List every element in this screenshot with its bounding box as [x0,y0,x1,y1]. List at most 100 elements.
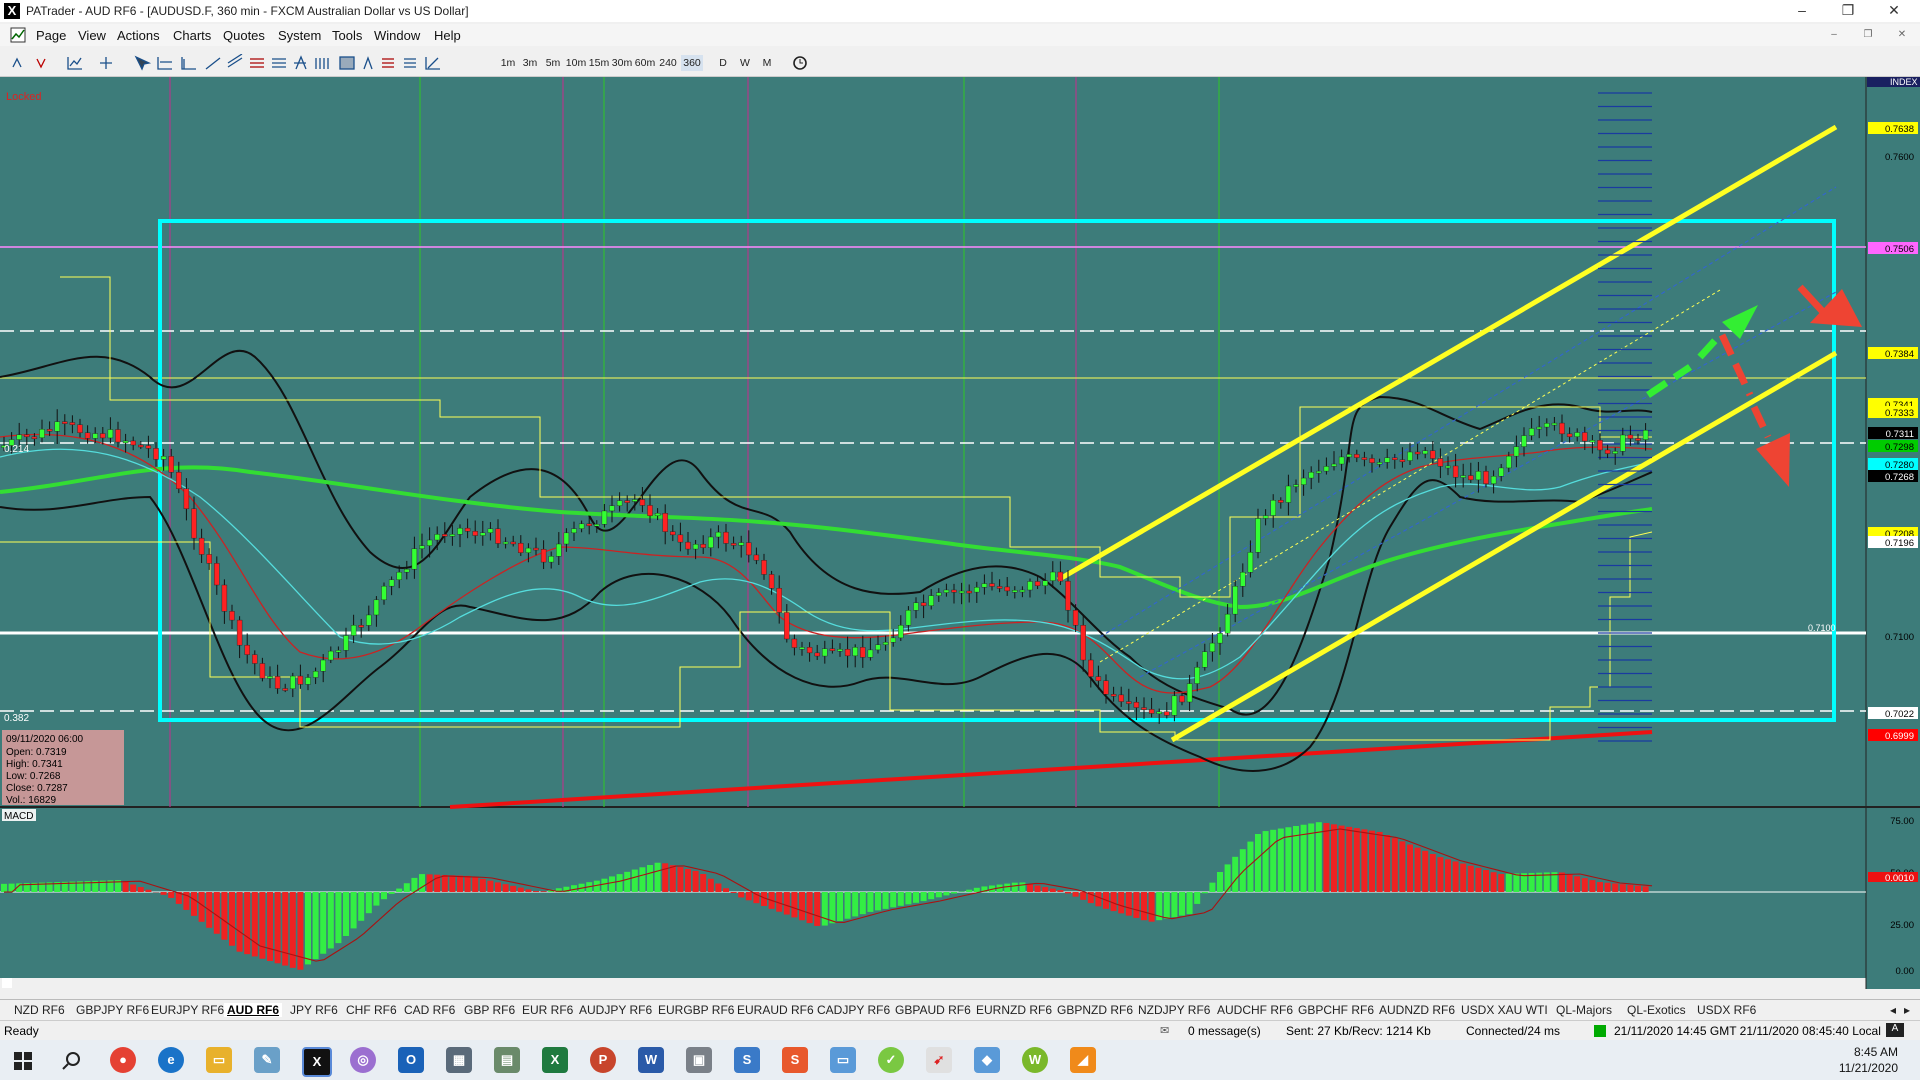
calculator-icon[interactable]: ▦ [446,1047,472,1073]
tab-chf-rf6[interactable]: CHF RF6 [346,1003,397,1017]
macd-bar [1604,882,1611,892]
menu-tools[interactable]: Tools [332,28,362,43]
minimize-button[interactable]: – [1780,0,1824,22]
menu-page[interactable]: Page [36,28,66,43]
taskbar-clock[interactable]: 8:45 AM 11/21/2020 [1839,1044,1898,1076]
tab-audnzd-rf6[interactable]: AUDNZD RF6 [1379,1003,1455,1017]
tf-360[interactable]: 360 [681,55,703,71]
remote-desktop-icon[interactable]: ▭ [830,1047,856,1073]
macd-bar [814,892,821,926]
macd-bar [882,892,889,909]
mdi-close-button[interactable]: ✕ [1890,28,1914,42]
tab-eurjpy-rf6[interactable]: EURJPY RF6 [151,1003,224,1017]
tf-30m[interactable]: 30m [611,55,633,71]
word-icon[interactable]: W [638,1047,664,1073]
powerpoint-icon[interactable]: P [590,1047,616,1073]
storage-app-icon[interactable]: ▣ [686,1047,712,1073]
macd-bar [517,887,524,892]
menu-window[interactable]: Window [374,28,420,43]
macd-bar [236,892,243,952]
main-pane-background [0,77,1866,807]
windows-start-icon[interactable] [14,1052,32,1070]
macd-bar [1399,841,1406,892]
tab-ql-exotics[interactable]: QL-Exotics [1627,1003,1686,1017]
tf-5m[interactable]: 5m [544,55,562,71]
notepad-icon[interactable]: ✎ [254,1047,280,1073]
tab-scroll-left[interactable]: ◂ [1890,1003,1896,1017]
macd-axis-label: 25.00 [1890,920,1914,931]
tab-jpy-rf6[interactable]: JPY RF6 [290,1003,338,1017]
menu-charts[interactable]: Charts [173,28,211,43]
tab-gbpaud-rf6[interactable]: GBPAUD RF6 [895,1003,971,1017]
w-app-icon[interactable]: W [1022,1047,1048,1073]
patrader-icon[interactable]: X [302,1047,332,1077]
excel-icon[interactable]: X [542,1047,568,1073]
tf-240[interactable]: 240 [657,55,679,71]
tf-w[interactable]: W [738,55,752,71]
tab-gbpnzd-rf6[interactable]: GBPNZD RF6 [1057,1003,1133,1017]
tab-audchf-rf6[interactable]: AUDCHF RF6 [1217,1003,1293,1017]
tab-usdx-rf6[interactable]: USDX RF6 [1697,1003,1756,1017]
tf-m[interactable]: M [760,55,774,71]
edge-icon[interactable]: e [158,1047,184,1073]
green-app-icon[interactable]: ✓ [878,1047,904,1073]
menu-quotes[interactable]: Quotes [223,28,265,43]
menu-actions[interactable]: Actions [117,28,160,43]
outlook-icon[interactable]: O [398,1047,424,1073]
tab-ql-majors[interactable]: QL-Majors [1556,1003,1612,1017]
search-icon[interactable] [62,1051,82,1071]
macd-bar [685,869,691,892]
tab-aud-rf6[interactable]: AUD RF6 [224,1003,283,1017]
macd-bar [943,892,950,896]
tab-cad-rf6[interactable]: CAD RF6 [404,1003,455,1017]
price-chart[interactable]: 09/11/2020 06:00 Open: 0.7319 High: 0.73… [0,77,1920,989]
menu-help[interactable]: Help [434,28,461,43]
tf-15m[interactable]: 15m [588,55,610,71]
macd-bar [365,892,372,914]
clock-icon[interactable] [792,55,808,71]
drawing-tools-icons[interactable] [10,54,490,72]
tab-gbpjpy-rf6[interactable]: GBPJPY RF6 [76,1003,149,1017]
tab-nzdjpy-rf6[interactable]: NZDJPY RF6 [1138,1003,1210,1017]
macd-bar [662,863,669,892]
tab-usdx-xau-wti[interactable]: USDX XAU WTI [1461,1003,1548,1017]
s-app-orange-icon[interactable]: S [782,1047,808,1073]
tf-10m[interactable]: 10m [565,55,587,71]
tab-audjpy-rf6[interactable]: AUDJPY RF6 [579,1003,652,1017]
media-app-icon[interactable]: ◎ [350,1047,376,1073]
tab-euraud-rf6[interactable]: EURAUD RF6 [737,1003,814,1017]
fib-0382-label: 0.382 [4,713,29,724]
network-app-icon[interactable]: ◆ [974,1047,1000,1073]
maximize-button[interactable]: ❐ [1826,0,1870,22]
tab-gbpchf-rf6[interactable]: GBPCHF RF6 [1298,1003,1374,1017]
red-app-icon[interactable]: ➹ [926,1047,952,1073]
tab-scroll-right[interactable]: ▸ [1904,1003,1910,1017]
tab-eur-rf6[interactable]: EUR RF6 [522,1003,573,1017]
tab-eurgbp-rf6[interactable]: EURGBP RF6 [658,1003,734,1017]
macd-bar [251,892,258,957]
tab-eurnzd-rf6[interactable]: EURNZD RF6 [976,1003,1052,1017]
orange-app-icon[interactable]: ◢ [1070,1047,1096,1073]
chart-menu-icon[interactable] [10,27,26,43]
tab-nzd-rf6[interactable]: NZD RF6 [14,1003,65,1017]
tf-3m[interactable]: 3m [521,55,539,71]
tab-gbp-rf6[interactable]: GBP RF6 [464,1003,515,1017]
tf-60m[interactable]: 60m [634,55,656,71]
chrome-icon[interactable]: ● [110,1047,136,1073]
menu-system[interactable]: System [278,28,321,43]
scroll-handle[interactable] [2,978,12,988]
menu-view[interactable]: View [78,28,106,43]
close-button[interactable]: ✕ [1872,0,1916,22]
macd-bar [890,892,897,908]
macd-bar [487,880,494,892]
mdi-restore-button[interactable]: ❐ [1856,28,1880,42]
s-app-blue-icon[interactable]: S [734,1047,760,1073]
macd-bar [1391,838,1398,892]
tab-cadjpy-rf6[interactable]: CADJPY RF6 [817,1003,890,1017]
file-explorer-icon[interactable]: ▭ [206,1047,232,1073]
tf-1m[interactable]: 1m [500,55,516,71]
chart-area[interactable]: 09/11/2020 06:00 Open: 0.7319 High: 0.73… [0,77,1920,989]
tf-d[interactable]: D [716,55,730,71]
market-app-icon[interactable]: ▤ [494,1047,520,1073]
mdi-minimize-button[interactable]: – [1822,28,1846,42]
